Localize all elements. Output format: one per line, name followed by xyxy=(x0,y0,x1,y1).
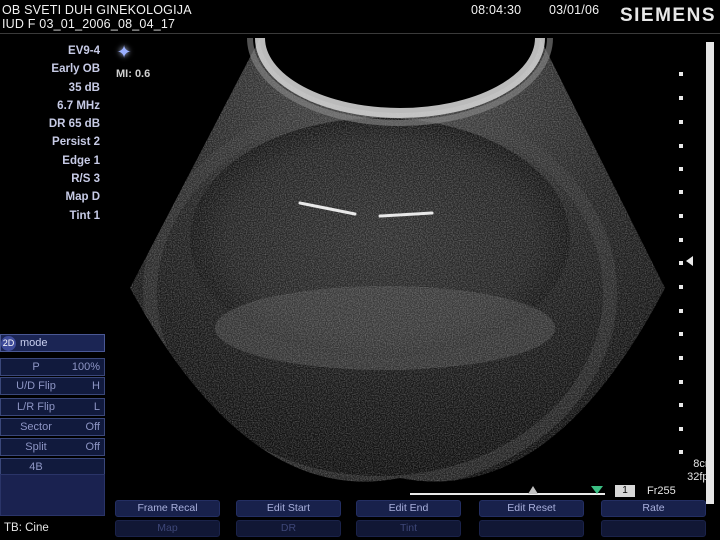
frame-box: 1 xyxy=(615,485,635,497)
depth-tick xyxy=(679,238,683,242)
depth-tick xyxy=(679,144,683,148)
menu-item-value: Off xyxy=(85,441,100,453)
menu-item-value: L xyxy=(93,401,100,413)
depth-tick xyxy=(679,380,683,384)
depth-tick xyxy=(679,356,683,360)
focus-marker-icon[interactable] xyxy=(686,256,693,266)
menu-item-value: Off xyxy=(85,421,100,433)
menu-item-ud-flip[interactable]: U/D Flip H xyxy=(0,377,105,395)
menu-item-label: Split xyxy=(25,441,47,453)
depth-scrollbar[interactable] xyxy=(706,42,714,504)
softkey-empty-4[interactable] xyxy=(479,520,584,537)
frame-rate: 32fps xyxy=(687,471,714,483)
header-divider xyxy=(0,33,720,34)
menu-item-split[interactable]: Split Off xyxy=(0,438,105,456)
map-label: Map D xyxy=(65,191,101,204)
menu-item-label: U/D Flip xyxy=(16,380,56,392)
depth-tick xyxy=(679,332,683,336)
edge-label: Edge 1 xyxy=(62,154,100,167)
frame-count: Fr255 xyxy=(647,485,676,497)
persistence-label: Persist 2 xyxy=(52,136,100,149)
depth-tick xyxy=(679,120,683,124)
menu-item-power[interactable]: P 100% xyxy=(0,358,105,376)
softkey-dr[interactable]: DR xyxy=(236,520,341,537)
menu-item-lr-flip[interactable]: L/R Flip L xyxy=(0,398,105,416)
cine-slider-thumb[interactable] xyxy=(528,486,538,494)
menu-panel-footer xyxy=(0,474,105,516)
ultrasound-image xyxy=(130,38,665,482)
depth-readout: 8cm 32fps xyxy=(687,458,714,484)
depth-tick xyxy=(679,450,683,454)
softkey-frame-recal[interactable]: Frame Recal xyxy=(115,500,220,517)
depth-value: 8cm xyxy=(693,458,714,470)
depth-tick xyxy=(679,190,683,194)
patient-id: IUD F 03_01_2006_08_04_17 xyxy=(2,17,176,31)
depth-tick xyxy=(679,96,683,100)
softkey-tint[interactable]: Tint xyxy=(356,520,461,537)
exam-date: 03/01/06 xyxy=(549,3,600,17)
menu-item-label: P xyxy=(32,361,40,373)
softkey-edit-end[interactable]: Edit End xyxy=(356,500,461,517)
gain-label: 35 dB xyxy=(68,81,100,94)
softkey-rate[interactable]: Rate xyxy=(601,500,706,517)
menu-item-value: H xyxy=(92,380,100,392)
2d-mode-icon: 2D xyxy=(1,335,16,351)
softkey-empty-5[interactable] xyxy=(601,520,706,537)
menu-item-sector[interactable]: Sector Off xyxy=(0,418,105,436)
depth-tick xyxy=(679,261,683,265)
clock-time: 08:04:30 xyxy=(471,3,522,17)
softkey-map[interactable]: Map xyxy=(115,520,220,537)
transducer-label: EV9-4 xyxy=(68,45,100,57)
brand-logo: SIEMENS xyxy=(619,5,716,26)
menu-item-label: L/R Flip xyxy=(17,401,55,413)
mode-label: mode xyxy=(20,337,48,349)
frequency-label: 6.7 MHz xyxy=(57,99,100,112)
depth-tick xyxy=(679,167,683,171)
dynamic-range-label: DR 65 dB xyxy=(48,118,100,131)
tint-label: Tint 1 xyxy=(69,209,100,222)
softkey-edit-reset[interactable]: Edit Reset xyxy=(479,500,584,517)
menu-item-value: 100% xyxy=(71,361,100,373)
trackball-status: TB: Cine xyxy=(4,522,49,534)
depth-tick xyxy=(679,72,683,76)
imaging-parameters: EV9-4 Early OB 35 dB 6.7 MHz DR 65 dB Pe… xyxy=(0,42,100,225)
depth-tick xyxy=(679,285,683,289)
depth-tick xyxy=(679,309,683,313)
softkey-edit-start[interactable]: Edit Start xyxy=(236,500,341,517)
cine-end-marker-icon xyxy=(591,486,603,494)
menu-item-label: Sector xyxy=(20,421,52,433)
depth-tick xyxy=(679,427,683,431)
rs-label: R/S 3 xyxy=(71,173,100,186)
depth-tick xyxy=(679,403,683,407)
cine-slider-track[interactable] xyxy=(410,493,605,495)
mode-button[interactable]: 2D mode xyxy=(0,334,105,352)
facility-name: OB SVETI DUH GINEKOLOGIJA xyxy=(2,3,192,17)
preset-label: Early OB xyxy=(51,63,100,76)
depth-tick xyxy=(679,214,683,218)
menu-item-label: 4B xyxy=(29,461,43,473)
